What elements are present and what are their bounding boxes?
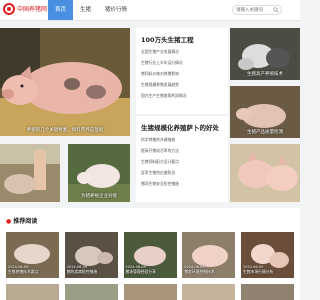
- recommend-row: 2024-06-09 生猪养殖技术要点 2024-06-09 猪的疾病防控措施 …: [6, 232, 294, 278]
- hero-pig-illustration: [0, 28, 130, 136]
- panel-2-item[interactable]: 生猪饲料配方设计要点: [141, 156, 179, 167]
- panel-1-item[interactable]: 全国生猪产业发展情况: [141, 46, 187, 57]
- nav-item-prices[interactable]: 猪价行情: [98, 0, 134, 20]
- panel-1-item[interactable]: 生猪规模养殖发展趋势: [141, 79, 187, 90]
- logo-mark-icon: [3, 3, 15, 15]
- topic-panel-1: 100万头生猪工程 全国生猪产业发展情况 生猪行业上半年运行情况 猪饲料价格对养…: [136, 28, 228, 114]
- recommend-card-partial[interactable]: [6, 284, 59, 300]
- nav-item-pigs[interactable]: 生猪: [73, 0, 98, 20]
- recommend-title-text: 推荐阅读: [13, 218, 38, 225]
- left-photo-2-caption: 为猪养殖企业对接: [81, 194, 117, 199]
- logo-text: 中国养猪网: [17, 6, 48, 13]
- left-photo-1[interactable]: [0, 144, 60, 202]
- hero-caption: 养猪的几个关键要素，饲料营养是基础: [26, 128, 104, 133]
- top-header: 中国养猪网 首页 生猪 猪价行情: [0, 0, 300, 21]
- panel-2-item[interactable]: 科学养猪的关键措施: [141, 134, 179, 145]
- recommend-title: ● 推荐阅读: [6, 216, 37, 225]
- site-logo[interactable]: 中国养猪网: [3, 3, 47, 17]
- hero-image[interactable]: 养猪的几个关键要素，饲料营养是基础: [0, 28, 130, 136]
- recommend-card-caption: 生猪养殖技术要点: [8, 269, 39, 274]
- main-nav: 首页 生猪 猪价行情: [48, 0, 134, 20]
- panel-1-item[interactable]: 国内生产生猪收购利润情况: [141, 90, 187, 101]
- recommend-card-caption: 猪场管理经验分享: [125, 269, 156, 274]
- panel-1-title[interactable]: 100万头生猪工程: [141, 34, 194, 44]
- recommend-card-caption: 猪的疾病防控措施: [66, 269, 98, 274]
- left-photo-2[interactable]: 为猪养殖企业对接: [68, 144, 130, 202]
- panel-1-list: 全国生猪产业发展情况 生猪行业上半年运行情况 猪饲料价格对养猪影响 生猪规模养殖…: [141, 46, 187, 101]
- right-photo-2[interactable]: 生猪产品质量检测: [230, 86, 300, 138]
- recommend-card[interactable]: 2024-06-09 猪舍环境控制技术: [182, 232, 236, 278]
- panel-2-title[interactable]: 生猪规模化养殖萨卜的好处: [141, 122, 219, 132]
- search-input[interactable]: [236, 6, 272, 14]
- right-photo-3[interactable]: [230, 144, 300, 202]
- recommend-card-caption: 猪舍环境控制技术: [184, 269, 215, 274]
- panel-2-list: 科学养猪的关键措施 提高仔猪成活率的方法 生猪饲料配方设计要点 夏季生猪热应激防…: [141, 134, 179, 189]
- panel-2-item[interactable]: 提高仔猪成活率的方法: [141, 145, 179, 156]
- recommend-row-2: [6, 284, 294, 300]
- recommend-card[interactable]: 2024-06-09 生猪养殖技术要点: [6, 232, 59, 278]
- panel-2-item[interactable]: 猪场生物安全防控措施: [141, 178, 179, 189]
- recommend-section: ● 推荐阅读 2024-06-09 生猪养殖技术要点 2024-06-09 猪的疾…: [0, 208, 300, 300]
- right-photo-1[interactable]: 生猪高产养殖技术: [230, 28, 300, 80]
- panel-1-item[interactable]: 猪饲料价格对养猪影响: [141, 68, 187, 79]
- recommend-card-partial[interactable]: [182, 284, 236, 300]
- panel-1-item[interactable]: 生猪行业上半年运行情况: [141, 57, 187, 68]
- search-box: [232, 5, 282, 15]
- left-photo-1-illustration: [0, 144, 60, 202]
- recommend-card[interactable]: 2024-06-09 猪的疾病防控措施: [64, 232, 118, 278]
- recommend-card[interactable]: 2024-06-09 生猪市场行情分析: [241, 232, 294, 278]
- nav-item-home[interactable]: 首页: [48, 0, 74, 20]
- section-marker-icon: ●: [6, 218, 12, 225]
- topic-panel-2: 生猪规模化养殖萨卜的好处 科学养猪的关键措施 提高仔猪成活率的方法 生猪饲料配方…: [136, 116, 228, 202]
- recommend-card-partial[interactable]: [241, 284, 294, 300]
- recommend-card[interactable]: 2024-06-09 猪场管理经验分享: [123, 232, 177, 278]
- recommend-card-caption: 生猪市场行情分析: [243, 269, 274, 274]
- right-photo-3-illustration: [230, 144, 300, 202]
- recommend-card-partial[interactable]: [64, 284, 118, 300]
- panel-2-item[interactable]: 夏季生猪热应激防治: [141, 167, 179, 178]
- search-icon[interactable]: [273, 7, 279, 13]
- right-photo-1-caption: 生猪高产养殖技术: [247, 72, 283, 77]
- right-photo-2-caption: 生猪产品质量检测: [247, 130, 283, 135]
- recommend-card-partial[interactable]: [123, 284, 177, 300]
